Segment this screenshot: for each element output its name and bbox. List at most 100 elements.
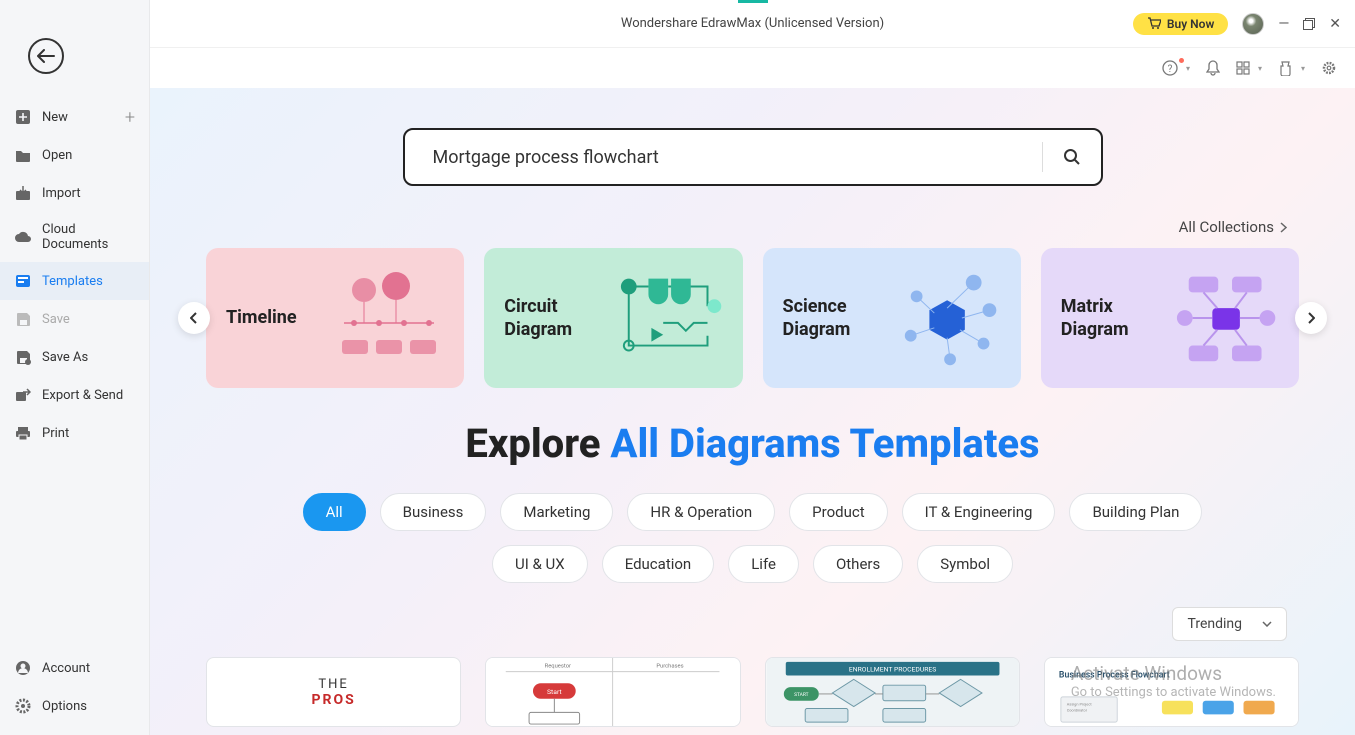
sidebar-label: Open bbox=[42, 148, 72, 163]
sidebar-label: Export & Send bbox=[42, 388, 123, 403]
sidebar-item-templates[interactable]: Templates bbox=[0, 262, 149, 300]
sidebar-label: Import bbox=[42, 186, 81, 201]
sidebar-item-save[interactable]: Save bbox=[0, 300, 149, 338]
category-label: Circuit Diagram bbox=[504, 295, 614, 342]
filter-business[interactable]: Business bbox=[380, 493, 487, 531]
sidebar-item-cloud[interactable]: Cloud Documents bbox=[0, 212, 149, 262]
template-card[interactable]: Activate Windows Go to Settings to activ… bbox=[1044, 657, 1299, 727]
secondary-toolbar: ? ▾ ▾ ▾ bbox=[150, 48, 1355, 88]
filter-ui[interactable]: UI & UX bbox=[492, 545, 588, 583]
sidebar-item-open[interactable]: Open bbox=[0, 136, 149, 174]
timeline-illustration bbox=[334, 268, 444, 368]
filter-product[interactable]: Product bbox=[789, 493, 887, 531]
cloud-icon bbox=[14, 228, 32, 246]
sidebar-item-options[interactable]: Options bbox=[0, 687, 149, 725]
all-collections-label: All Collections bbox=[1179, 218, 1274, 236]
sidebar-label: Print bbox=[42, 426, 69, 441]
back-button[interactable] bbox=[28, 38, 64, 74]
account-icon bbox=[14, 659, 32, 677]
settings-icon[interactable] bbox=[1321, 60, 1337, 76]
chevron-down-icon: ▾ bbox=[1258, 64, 1262, 73]
search-icon bbox=[1063, 148, 1081, 166]
window-maximize[interactable] bbox=[1303, 18, 1315, 30]
template-card[interactable]: RequestorPurchases Start bbox=[485, 657, 740, 727]
category-label: Timeline bbox=[226, 306, 297, 329]
save-as-icon bbox=[14, 348, 32, 366]
chevron-down-icon: ▾ bbox=[1186, 64, 1190, 73]
titlebar: Wondershare EdrawMax (Unlicensed Version… bbox=[150, 0, 1355, 48]
theme-icon[interactable] bbox=[1278, 60, 1293, 76]
sidebar-item-account[interactable]: Account bbox=[0, 649, 149, 687]
svg-text:Coordinator: Coordinator bbox=[1066, 707, 1087, 712]
bell-icon[interactable] bbox=[1206, 60, 1220, 76]
template-grid: THE PROS RequestorPurchases Start bbox=[206, 657, 1299, 727]
carousel-next[interactable] bbox=[1295, 302, 1327, 334]
sidebar-label: Cloud Documents bbox=[42, 222, 135, 252]
svg-text:Assign Project: Assign Project bbox=[1066, 702, 1092, 707]
template-header: Business Process Flowchart bbox=[1059, 670, 1170, 680]
category-timeline[interactable]: Timeline bbox=[206, 248, 464, 388]
filter-symbol[interactable]: Symbol bbox=[917, 545, 1013, 583]
circuit-illustration bbox=[614, 268, 722, 368]
buy-now-label: Buy Now bbox=[1167, 17, 1214, 31]
add-icon[interactable]: + bbox=[125, 107, 135, 128]
template-header: ENROLLMENT PROCEDURES bbox=[848, 666, 935, 674]
sidebar-label: Save As bbox=[42, 350, 88, 365]
search-input[interactable] bbox=[405, 147, 1042, 168]
window-close[interactable]: ✕ bbox=[1329, 16, 1341, 32]
buy-now-button[interactable]: Buy Now bbox=[1133, 13, 1228, 35]
sidebar-item-new[interactable]: New + bbox=[0, 98, 149, 136]
template-thumbnail: RequestorPurchases Start bbox=[486, 658, 739, 726]
plus-square-icon bbox=[14, 108, 32, 126]
matrix-illustration bbox=[1171, 268, 1279, 368]
save-icon bbox=[14, 310, 32, 328]
user-avatar[interactable] bbox=[1242, 13, 1264, 35]
filter-building[interactable]: Building Plan bbox=[1069, 493, 1202, 531]
sort-dropdown[interactable]: Trending bbox=[1172, 607, 1287, 641]
sidebar-item-print[interactable]: Print bbox=[0, 414, 149, 452]
filter-all[interactable]: All bbox=[303, 493, 366, 531]
import-icon bbox=[14, 184, 32, 202]
sidebar-label: Options bbox=[42, 699, 87, 714]
svg-text:Purchases: Purchases bbox=[657, 664, 684, 670]
content-area: All Collections Timeline bbox=[150, 88, 1355, 735]
svg-text:START: START bbox=[794, 692, 809, 698]
sidebar-item-import[interactable]: Import bbox=[0, 174, 149, 212]
sidebar-item-save-as[interactable]: Save As bbox=[0, 338, 149, 376]
template-text: THE bbox=[311, 677, 355, 692]
apps-icon[interactable] bbox=[1236, 61, 1250, 75]
category-matrix[interactable]: Matrix Diagram bbox=[1041, 248, 1299, 388]
filter-life[interactable]: Life bbox=[728, 545, 799, 583]
filter-marketing[interactable]: Marketing bbox=[500, 493, 613, 531]
sidebar-label: Templates bbox=[42, 274, 103, 289]
help-icon[interactable]: ? bbox=[1162, 60, 1178, 76]
category-circuit[interactable]: Circuit Diagram bbox=[484, 248, 742, 388]
filter-education[interactable]: Education bbox=[602, 545, 715, 583]
explore-highlight: All Diagrams Templates bbox=[610, 420, 1039, 467]
template-card[interactable]: THE PROS bbox=[206, 657, 461, 727]
category-label: Science Diagram bbox=[783, 295, 893, 342]
explore-heading: Explore All Diagrams Templates bbox=[206, 420, 1299, 467]
app-title: Wondershare EdrawMax (Unlicensed Version… bbox=[621, 16, 884, 31]
filter-it[interactable]: IT & Engineering bbox=[902, 493, 1056, 531]
science-illustration bbox=[893, 268, 1001, 368]
sidebar: New + Open Import Cloud Documents Templa… bbox=[0, 0, 150, 735]
all-collections-link[interactable]: All Collections bbox=[1179, 218, 1287, 236]
category-science[interactable]: Science Diagram bbox=[763, 248, 1021, 388]
template-thumbnail: Business Process Flowchart Assign Projec… bbox=[1045, 658, 1298, 726]
window-minimize[interactable]: — bbox=[1278, 16, 1289, 32]
carousel-prev[interactable] bbox=[178, 302, 210, 334]
filter-others[interactable]: Others bbox=[813, 545, 903, 583]
export-icon bbox=[14, 386, 32, 404]
filter-pills: All Business Marketing HR & Operation Pr… bbox=[206, 493, 1299, 583]
svg-text:Requestor: Requestor bbox=[545, 664, 571, 670]
category-label: Matrix Diagram bbox=[1061, 295, 1171, 342]
sort-label: Trending bbox=[1187, 616, 1242, 632]
chevron-right-icon bbox=[1280, 222, 1287, 233]
template-card[interactable]: ENROLLMENT PROCEDURES START bbox=[765, 657, 1020, 727]
sidebar-item-export[interactable]: Export & Send bbox=[0, 376, 149, 414]
cart-icon bbox=[1147, 17, 1161, 30]
search-button[interactable] bbox=[1043, 148, 1101, 166]
category-carousel: Timeline Circuit Diagram bbox=[206, 248, 1299, 388]
filter-hr[interactable]: HR & Operation bbox=[627, 493, 775, 531]
